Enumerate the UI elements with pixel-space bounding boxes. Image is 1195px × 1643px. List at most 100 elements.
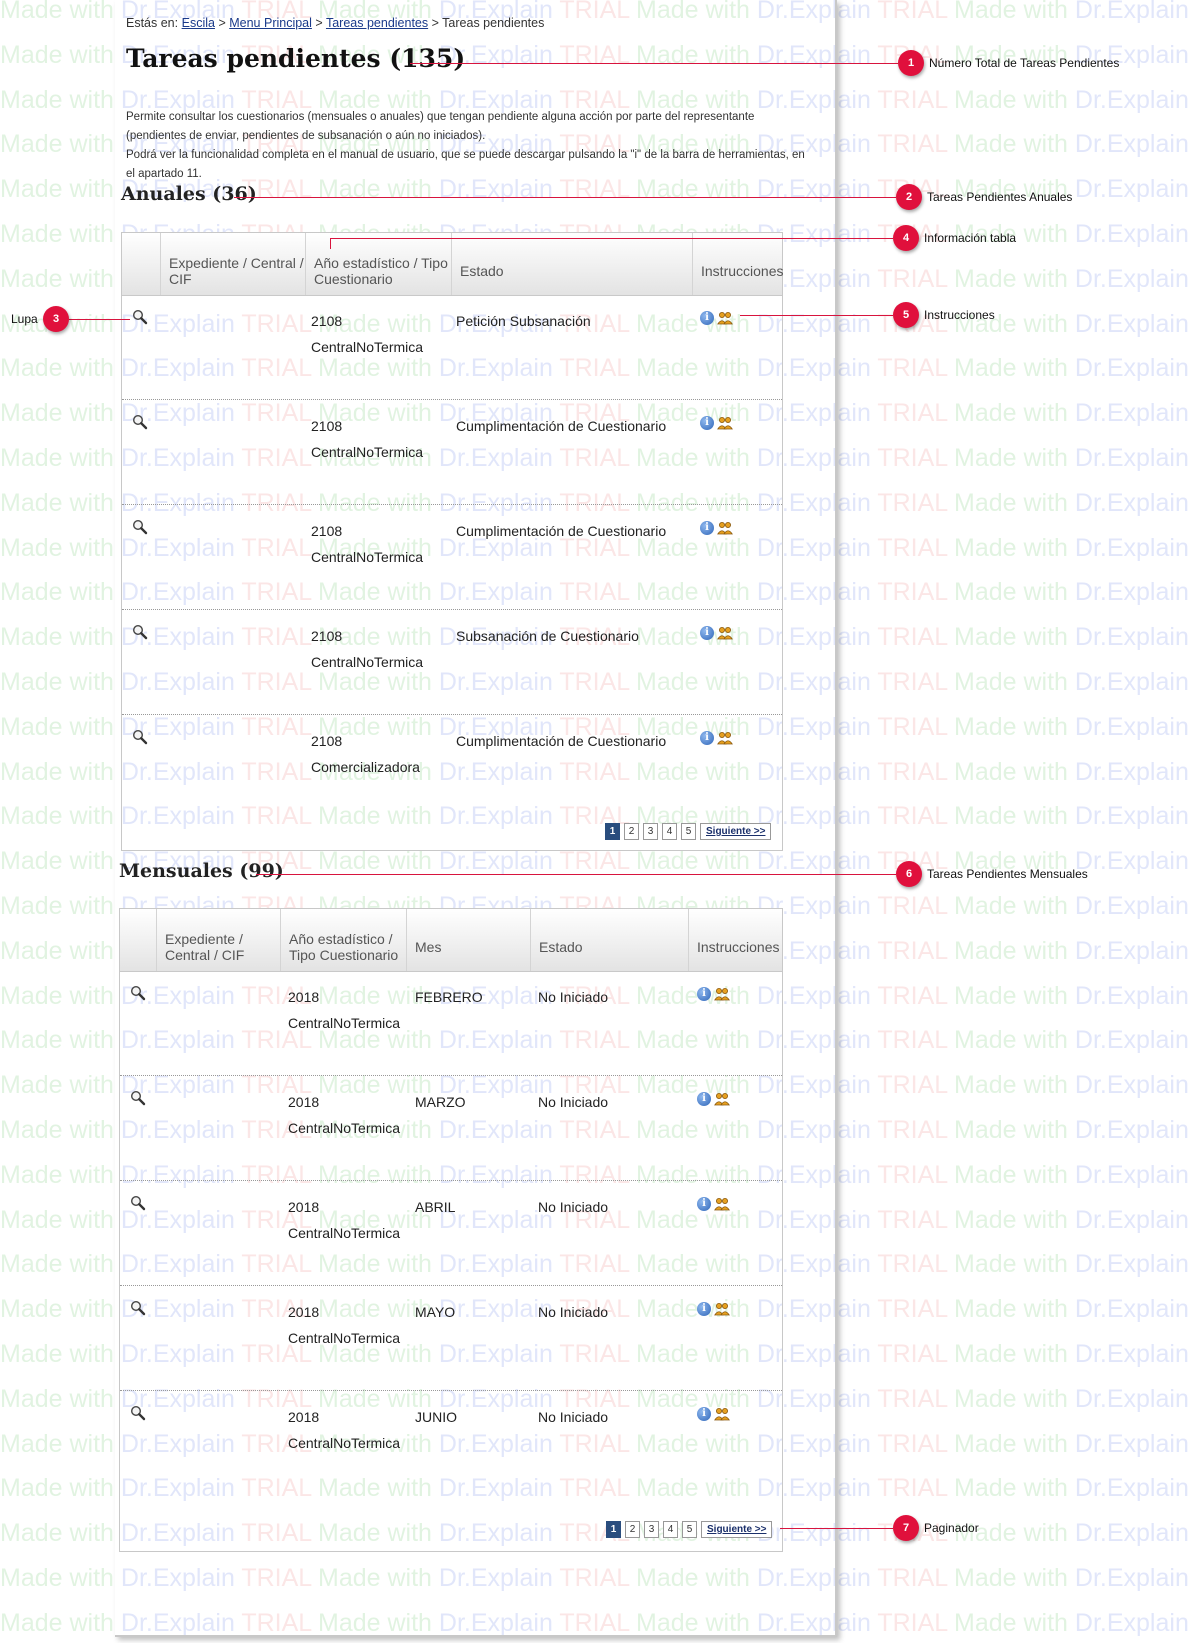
breadcrumb-link-tareas-pendientes[interactable]: Tareas pendientes	[326, 16, 428, 30]
cell-year: 2108	[311, 418, 343, 434]
cell-mes: ABRIL	[415, 1199, 456, 1215]
info-icon[interactable]: i	[700, 416, 714, 430]
mensuales-table-header: Expediente / Central / CIF Año estadísti…	[120, 909, 782, 972]
lupa-icon[interactable]	[132, 624, 148, 640]
callout-badge-3: 3	[43, 306, 69, 332]
callout-label-5: Instrucciones	[924, 308, 995, 322]
info-icon[interactable]: i	[700, 521, 714, 535]
callout-line	[69, 319, 130, 320]
row-actions: i	[700, 416, 733, 430]
breadcrumb-current: Tareas pendientes	[442, 16, 545, 30]
page-button-5[interactable]: 5	[681, 823, 696, 840]
info-icon[interactable]: i	[700, 731, 714, 745]
table-row: 2108 CentralNoTermica Cumplimentación de C…	[122, 505, 782, 610]
header-mes[interactable]: Mes	[406, 909, 530, 971]
callout-badge-6: 6	[896, 861, 922, 887]
header-estado[interactable]: Estado	[451, 233, 692, 295]
cell-estado: No Iniciado	[538, 989, 609, 1005]
page-button-4[interactable]: 4	[663, 1521, 678, 1538]
callout-line	[256, 874, 896, 875]
lupa-icon[interactable]	[132, 309, 148, 325]
users-icon[interactable]	[714, 1092, 730, 1106]
table-row: 2018 CentralNoTermica MARZO No Iniciado i	[120, 1076, 782, 1181]
info-icon[interactable]: i	[697, 1197, 711, 1211]
header-lupa	[120, 909, 156, 971]
cell-year: 2108	[311, 523, 343, 539]
info-icon[interactable]: i	[697, 1092, 711, 1106]
breadcrumb-prefix: Estás en:	[126, 16, 179, 30]
anuales-table: Expediente / Central / CIF Año estadísti…	[121, 232, 783, 851]
page-button-5[interactable]: 5	[682, 1521, 697, 1538]
users-icon[interactable]	[714, 1407, 730, 1421]
users-icon[interactable]	[714, 987, 730, 1001]
users-icon[interactable]	[714, 1302, 730, 1316]
row-actions: i	[700, 626, 733, 640]
callout-label-6: Tareas Pendientes Mensuales	[927, 867, 1088, 881]
page-button-4[interactable]: 4	[662, 823, 677, 840]
page-button-1[interactable]: 1	[606, 1521, 621, 1538]
header-estado[interactable]: Estado	[530, 909, 688, 971]
row-actions: i	[697, 1197, 730, 1211]
callout-badge-5: 5	[893, 302, 919, 328]
lupa-icon[interactable]	[130, 1405, 146, 1421]
breadcrumb-separator: >	[431, 16, 439, 30]
header-instrucciones: Instrucciones	[688, 909, 782, 971]
users-icon[interactable]	[717, 521, 733, 535]
users-icon[interactable]	[714, 1197, 730, 1211]
next-page-button[interactable]: Siguiente >>	[700, 823, 772, 840]
cell-year: 2108	[311, 313, 343, 329]
cell-estado: No Iniciado	[538, 1304, 609, 1320]
cell-type: CentralNoTermica	[288, 1225, 401, 1241]
users-icon[interactable]	[717, 416, 733, 430]
page-button-1[interactable]: 1	[605, 823, 620, 840]
callout-line	[740, 315, 893, 316]
row-actions: i	[697, 1407, 730, 1421]
page-button-3[interactable]: 3	[643, 823, 658, 840]
breadcrumb-separator: >	[315, 16, 323, 30]
info-icon[interactable]: i	[700, 311, 714, 325]
callout-line	[330, 238, 893, 239]
header-expediente[interactable]: Expediente / Central / CIF	[160, 233, 305, 295]
cell-estado: Subsanación de Cuestionario	[456, 628, 639, 644]
header-anio-tipo[interactable]: Año estadístico / Tipo Cuestionario	[280, 909, 406, 971]
breadcrumb-link-escila[interactable]: Escila	[182, 16, 215, 30]
lupa-icon[interactable]	[130, 1090, 146, 1106]
page-button-3[interactable]: 3	[644, 1521, 659, 1538]
cell-year: 2018	[288, 989, 320, 1005]
lupa-icon[interactable]	[130, 1195, 146, 1211]
users-icon[interactable]	[717, 731, 733, 745]
row-actions: i	[700, 521, 733, 535]
anuales-pager: 1 2 3 4 5 Siguiente >>	[605, 823, 772, 840]
lupa-icon[interactable]	[132, 519, 148, 535]
cell-mes: FEBRERO	[415, 989, 483, 1005]
row-actions: i	[697, 1302, 730, 1316]
cell-mes: JUNIO	[415, 1409, 457, 1425]
header-anio-tipo[interactable]: Año estadístico / Tipo Cuestionario	[305, 233, 451, 295]
callout-badge-2: 2	[896, 184, 922, 210]
page-button-2[interactable]: 2	[624, 823, 639, 840]
header-expediente[interactable]: Expediente / Central / CIF	[156, 909, 280, 971]
cell-type: CentralNoTermica	[311, 654, 424, 670]
cell-estado: Cumplimentación de Cuestionario	[456, 733, 667, 749]
cell-estado: No Iniciado	[538, 1094, 609, 1110]
callout-badge-4: 4	[893, 225, 919, 251]
users-icon[interactable]	[717, 311, 733, 325]
cell-type: CentralNoTermica	[311, 339, 424, 355]
cell-year: 2018	[288, 1409, 320, 1425]
info-icon[interactable]: i	[697, 1302, 711, 1316]
lupa-icon[interactable]	[132, 414, 148, 430]
table-row: 2108 Comercializadora Cumplimentación de C…	[122, 715, 782, 819]
users-icon[interactable]	[717, 626, 733, 640]
page-button-2[interactable]: 2	[625, 1521, 640, 1538]
callout-line	[780, 1528, 893, 1529]
next-page-button[interactable]: Siguiente >>	[701, 1521, 773, 1538]
mensuales-pager: 1 2 3 4 5 Siguiente >>	[606, 1521, 773, 1538]
info-icon[interactable]: i	[697, 987, 711, 1001]
breadcrumb-link-menu-principal[interactable]: Menu Principal	[229, 16, 312, 30]
info-icon[interactable]: i	[697, 1407, 711, 1421]
lupa-icon[interactable]	[130, 985, 146, 1001]
cell-mes: MAYO	[415, 1304, 456, 1320]
lupa-icon[interactable]	[132, 729, 148, 745]
info-icon[interactable]: i	[700, 626, 714, 640]
lupa-icon[interactable]	[130, 1300, 146, 1316]
